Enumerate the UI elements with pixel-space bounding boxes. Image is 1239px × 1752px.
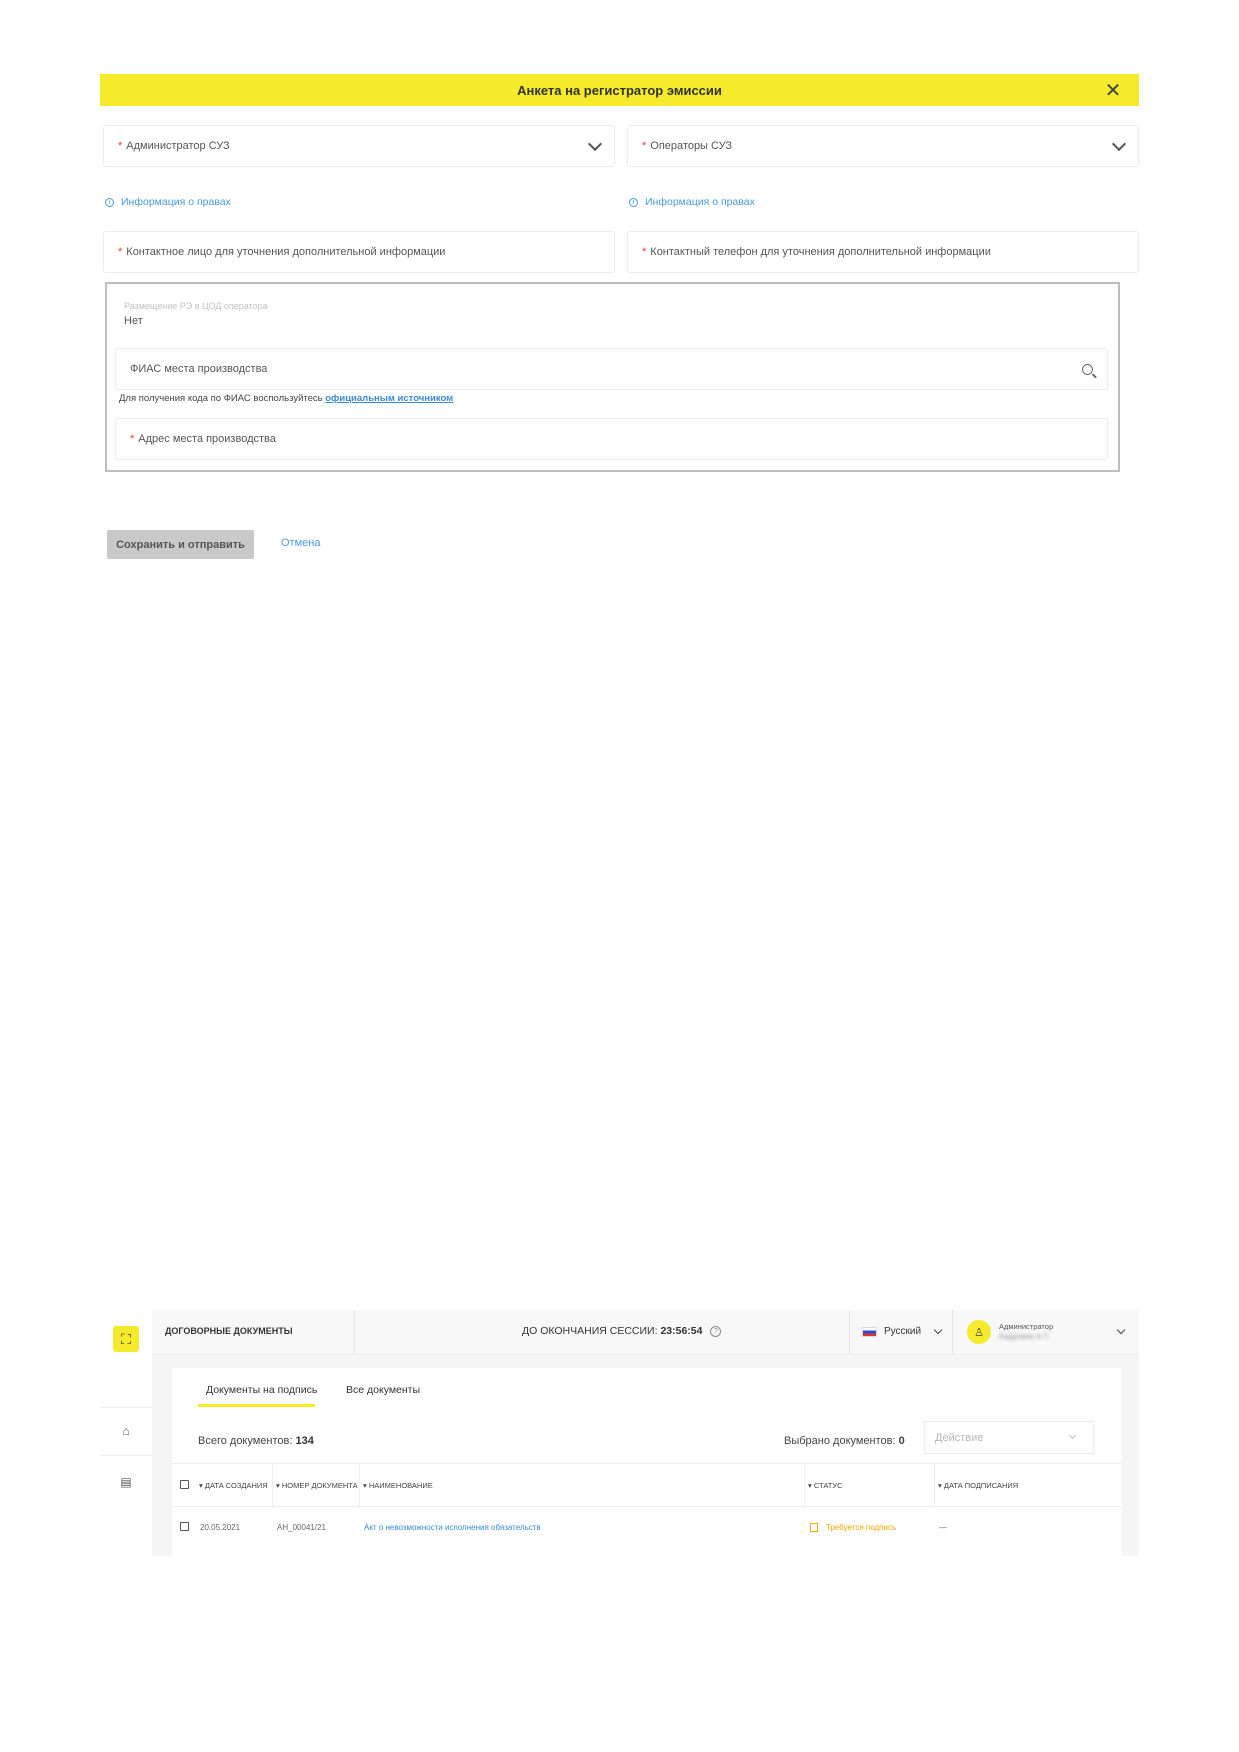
total-label: Всего документов:	[198, 1435, 293, 1447]
fias-hint: Для получения кода по ФИАС воспользуйтес…	[119, 393, 453, 404]
fias-search-input[interactable]: ФИАС места производства	[115, 348, 1108, 390]
info-icon: i	[105, 197, 114, 207]
language-label: Русский	[884, 1326, 922, 1337]
select-all-checkbox[interactable]	[180, 1480, 189, 1489]
total-documents: Всего документов: 134	[198, 1435, 314, 1447]
operators-suz-select[interactable]: * Операторы СУЗ	[627, 125, 1139, 167]
signature-required-icon	[810, 1523, 818, 1533]
user-role: Администратор	[999, 1322, 1054, 1331]
tab-all-documents[interactable]: Все документы	[346, 1384, 420, 1396]
chevron-down-icon	[933, 1325, 943, 1335]
russia-flag-icon	[862, 1326, 877, 1337]
row-signed-date: —	[939, 1523, 947, 1532]
section-title: ДОГОВОРНЫЕ ДОКУМЕНТЫ	[165, 1326, 293, 1336]
selected-documents: Выбрано документов: 0	[784, 1435, 905, 1447]
search-icon[interactable]	[1082, 364, 1093, 375]
main-area: ДОГОВОРНЫЕ ДОКУМЕНТЫ ДО ОКОНЧАНИЯ СЕССИИ…	[152, 1310, 1139, 1556]
user-name: Кадровик А.Т.	[999, 1332, 1050, 1341]
row-document-name-link[interactable]: Акт о невозможности исполнения обязатель…	[364, 1523, 541, 1532]
column-signed-date[interactable]: ▾ ДАТА ПОДПИСАНИЯ	[938, 1481, 1018, 1490]
cancel-link[interactable]: Отмена	[281, 537, 320, 549]
help-icon[interactable]: ?	[710, 1325, 722, 1337]
action-select[interactable]: Действие	[924, 1421, 1094, 1454]
active-tab-indicator	[198, 1404, 315, 1407]
row-created-date: 20.05.2021	[200, 1523, 241, 1532]
required-marker: *	[642, 140, 647, 152]
documents-icon[interactable]: ▤	[118, 1474, 134, 1490]
contact-phone-label: Контактный телефон для уточнения дополни…	[650, 246, 991, 258]
contract-documents-app: ⛶ ⌂ ▤ ДОГОВОРНЫЕ ДОКУМЕНТЫ ДО ОКОНЧАНИЯ …	[100, 1310, 1139, 1556]
logo-icon[interactable]: ⛶	[113, 1326, 139, 1352]
registrar-form-modal: Анкета на регистратор эмиссии ✕ * Админи…	[100, 74, 1139, 559]
admin-suz-select[interactable]: * Администратор СУЗ	[103, 125, 615, 167]
session-timer: ДО ОКОНЧАНИЯ СЕССИИ: 23:56:54 ?	[522, 1325, 722, 1337]
sidebar: ⛶ ⌂ ▤	[100, 1310, 152, 1556]
modal-title: Анкета на регистратор эмиссии	[517, 82, 722, 98]
tab-documents-to-sign[interactable]: Документы на подпись	[206, 1384, 317, 1396]
admin-suz-label: Администратор СУЗ	[126, 140, 230, 152]
contact-person-field[interactable]: * Контактное лицо для уточнения дополнит…	[103, 231, 615, 273]
production-address-label: Адрес места производства	[138, 433, 276, 445]
selected-label: Выбрано документов:	[784, 1435, 896, 1447]
save-and-send-button[interactable]: Сохранить и отправить	[107, 530, 254, 559]
chevron-down-icon[interactable]	[1116, 1325, 1126, 1335]
required-marker: *	[118, 246, 123, 258]
chevron-down-icon	[587, 136, 603, 152]
home-icon[interactable]: ⌂	[118, 1423, 134, 1439]
rights-info-text: Информация о правах	[121, 196, 231, 208]
fias-placeholder: ФИАС места производства	[130, 363, 268, 375]
table-header: ▾ ДАТА СОЗДАНИЯ ▾ НОМЕР ДОКУМЕНТА ▾ НАИМ…	[172, 1463, 1122, 1507]
language-selector[interactable]: Русский	[862, 1325, 943, 1337]
required-marker: *	[118, 140, 123, 152]
rights-info-text: Информация о правах	[645, 196, 755, 208]
official-source-link[interactable]: официальным источником	[325, 393, 453, 404]
rights-info-link-operators[interactable]: i Информация о правах	[629, 196, 755, 208]
operators-suz-label: Операторы СУЗ	[650, 140, 732, 152]
required-marker: *	[130, 433, 135, 445]
chevron-down-icon	[1111, 136, 1127, 152]
row-status: Требуется подпись	[810, 1523, 896, 1533]
total-count: 134	[295, 1435, 314, 1447]
selected-count: 0	[898, 1435, 905, 1447]
chevron-down-icon	[1068, 1431, 1077, 1440]
contact-person-label: Контактное лицо для уточнения дополнител…	[126, 246, 446, 258]
user-avatar-icon[interactable]: ♙	[967, 1320, 991, 1344]
action-placeholder: Действие	[935, 1431, 984, 1444]
close-icon[interactable]: ✕	[1099, 76, 1127, 104]
rights-info-link-admin[interactable]: i Информация о правах	[105, 196, 231, 208]
column-name[interactable]: ▾ НАИМЕНОВАНИЕ	[363, 1481, 433, 1490]
production-address-field[interactable]: * Адрес места производства	[115, 418, 1108, 460]
session-time: 23:56:54	[660, 1325, 703, 1337]
documents-card: Документы на подпись Все документы Всего…	[172, 1368, 1122, 1556]
required-marker: *	[642, 246, 647, 258]
row-document-number: АН_00041/21	[277, 1523, 326, 1532]
session-label: ДО ОКОНЧАНИЯ СЕССИИ:	[522, 1325, 658, 1337]
column-created-date[interactable]: ▾ ДАТА СОЗДАНИЯ	[199, 1481, 268, 1490]
placement-value[interactable]: Нет	[124, 315, 143, 327]
modal-header: Анкета на регистратор эмиссии ✕	[100, 74, 1139, 106]
column-status[interactable]: ▾ СТАТУС	[808, 1481, 843, 1490]
column-document-number[interactable]: ▾ НОМЕР ДОКУМЕНТА	[276, 1481, 358, 1490]
top-bar: ДОГОВОРНЫЕ ДОКУМЕНТЫ ДО ОКОНЧАНИЯ СЕССИИ…	[152, 1310, 1139, 1355]
fias-hint-text: Для получения кода по ФИАС воспользуйтес…	[119, 393, 326, 404]
contact-phone-field[interactable]: * Контактный телефон для уточнения допол…	[627, 231, 1139, 273]
info-icon: i	[629, 197, 638, 207]
row-checkbox[interactable]	[180, 1522, 189, 1531]
table-row[interactable]: 20.05.2021 АН_00041/21 Акт о невозможнос…	[172, 1506, 1122, 1548]
placement-label: Размещение РЭ в ЦОД оператора	[124, 301, 268, 311]
